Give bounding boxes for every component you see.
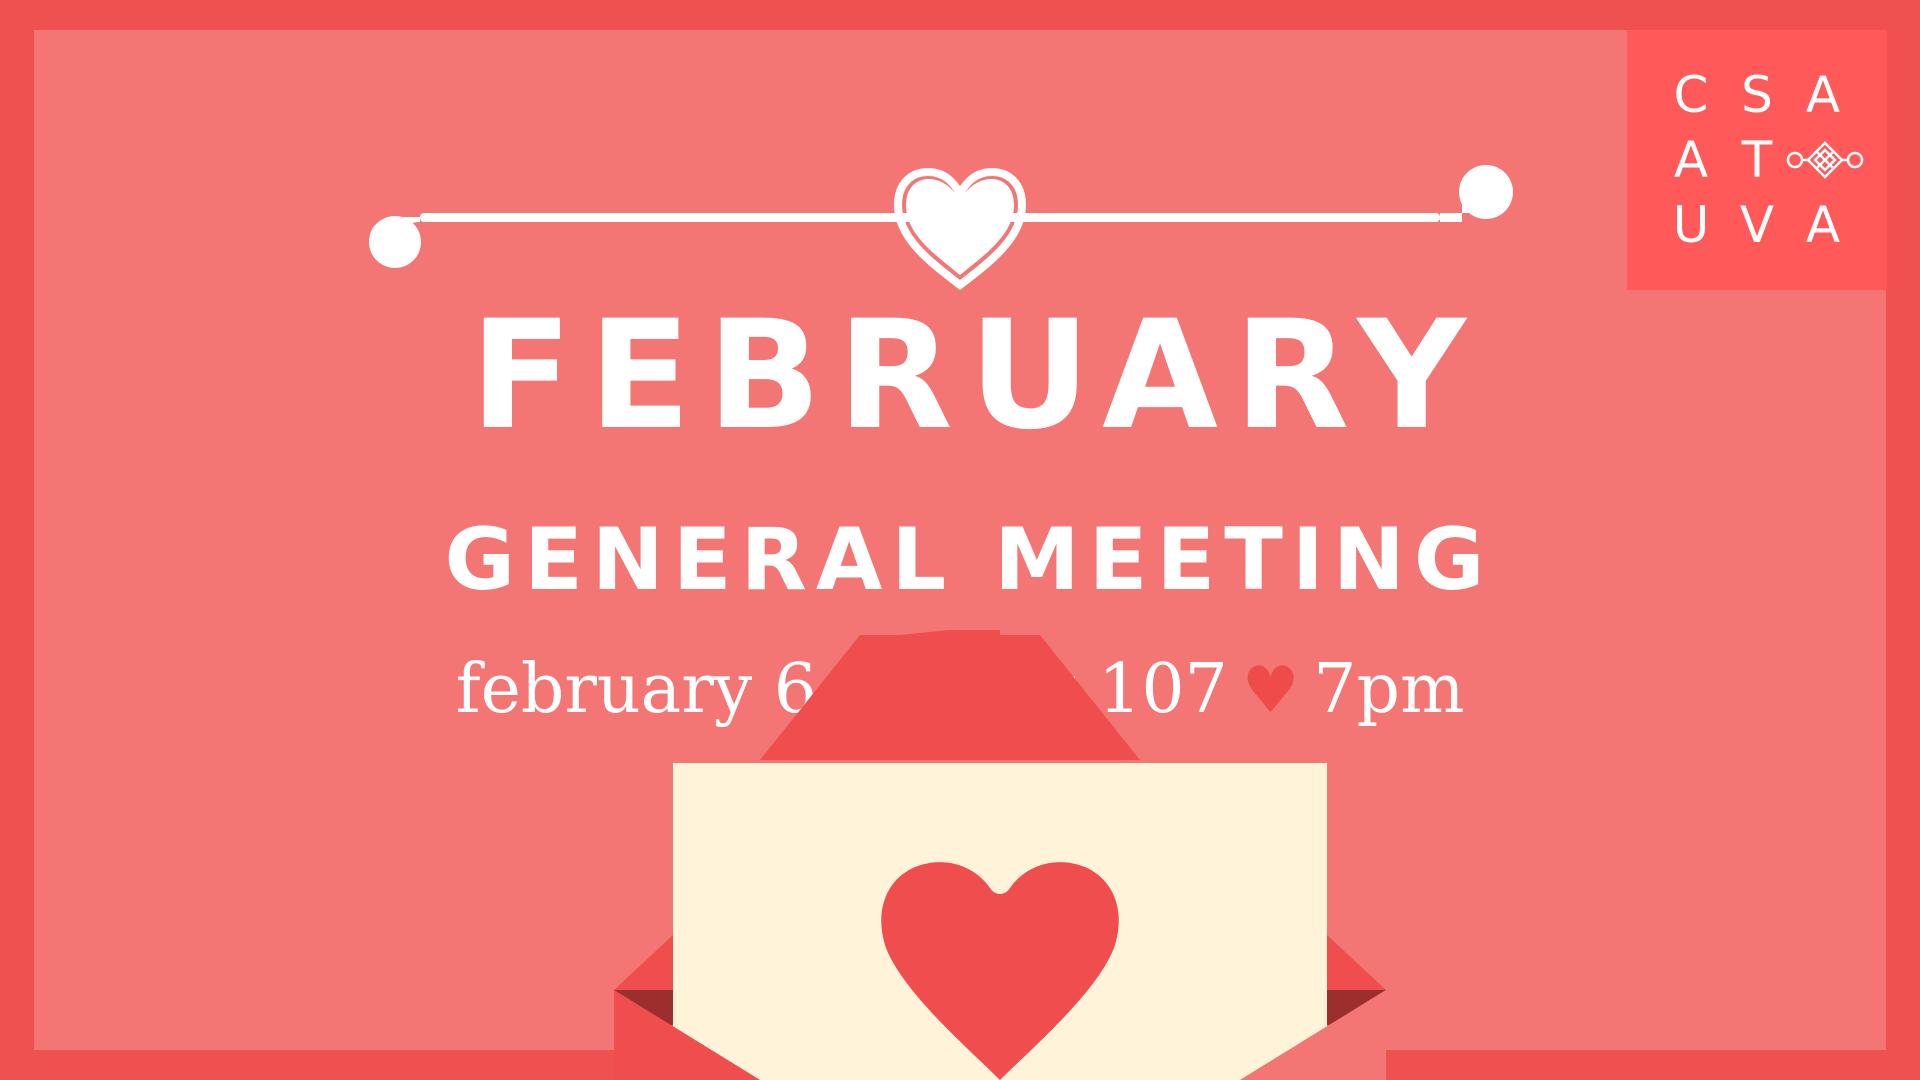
logo-letter-c: C xyxy=(1673,66,1709,124)
envelope-illustration xyxy=(614,630,1386,1080)
logo-letter-s: S xyxy=(1741,66,1773,124)
logo-letter-v: V xyxy=(1739,196,1775,254)
logo-letter-t: T xyxy=(1741,131,1773,189)
logo-letter-u: U xyxy=(1672,196,1710,254)
title-month: FEBRUARY xyxy=(470,289,1482,463)
logo-letter-a: A xyxy=(1805,66,1841,124)
logo-letter-a-2: A xyxy=(1673,131,1709,189)
title-general-meeting: GENERAL MEETING xyxy=(444,510,1494,610)
heart-divider-ornament xyxy=(369,165,1513,291)
logo-letter-a-3: A xyxy=(1805,196,1841,254)
chinese-knot-icon xyxy=(1786,141,1864,179)
